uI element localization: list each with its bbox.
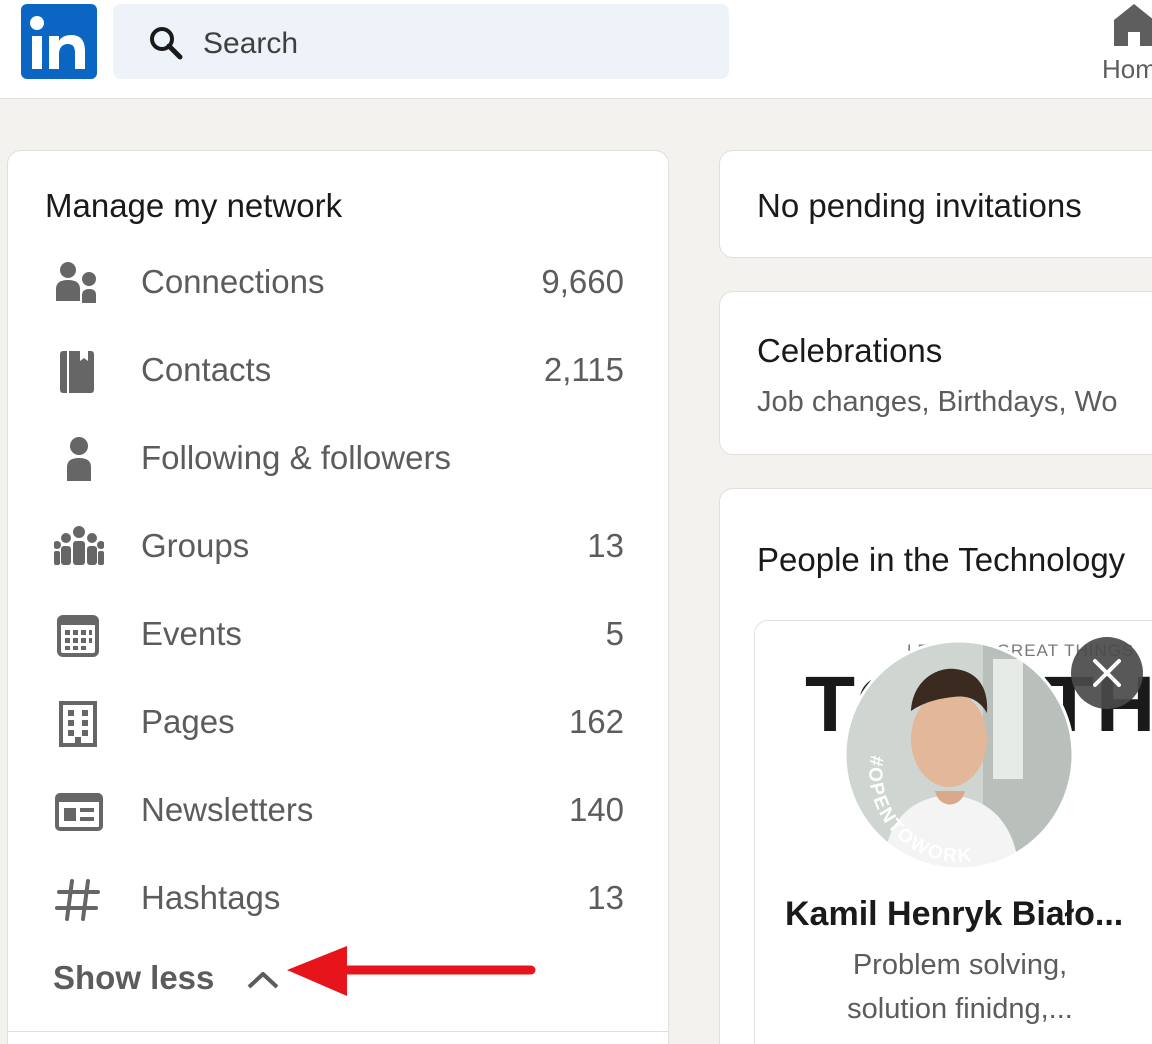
home-icon bbox=[1114, 2, 1152, 51]
nav-home[interactable]: Hom bbox=[1100, 0, 1152, 99]
person-card[interactable]: LET'S DO GREAT THINGS TOGETHER #OPENTOWO… bbox=[754, 620, 1152, 1044]
nav-item-count: 9,660 bbox=[541, 263, 624, 301]
avatar[interactable]: #OPENTOWORK bbox=[843, 639, 1075, 876]
nav-item-label: Following & followers bbox=[141, 439, 451, 477]
people-section-title: People in the Technology bbox=[757, 541, 1125, 579]
newsletter-icon bbox=[54, 787, 104, 837]
celebrations-title: Celebrations bbox=[757, 332, 942, 370]
nav-item-count: 13 bbox=[587, 527, 624, 565]
calendar-icon bbox=[54, 611, 104, 661]
nav-item-pages[interactable]: Pages 162 bbox=[8, 687, 668, 767]
show-less-button[interactable]: Show less bbox=[53, 959, 214, 997]
nav-item-following[interactable]: Following & followers bbox=[8, 423, 668, 503]
nav-item-label: Events bbox=[141, 615, 242, 653]
search-placeholder: Search bbox=[203, 27, 298, 61]
hashtag-icon bbox=[54, 875, 104, 925]
manage-network-title: Manage my network bbox=[45, 187, 342, 225]
nav-item-connections[interactable]: Connections 9,660 bbox=[8, 247, 668, 327]
nav-item-count: 5 bbox=[606, 615, 624, 653]
nav-item-label: Hashtags bbox=[141, 879, 280, 917]
invitations-card[interactable]: No pending invitations bbox=[719, 150, 1152, 258]
nav-item-groups[interactable]: Groups 13 bbox=[8, 511, 668, 591]
nav-item-events[interactable]: Events 5 bbox=[8, 599, 668, 679]
close-icon bbox=[1091, 657, 1123, 689]
nav-item-contacts[interactable]: Contacts 2,115 bbox=[8, 335, 668, 415]
contacts-icon bbox=[54, 347, 104, 397]
person-name[interactable]: Kamil Henryk Biało... bbox=[785, 895, 1123, 934]
building-icon bbox=[54, 699, 104, 749]
person-headline-line2: solution finidng,... bbox=[755, 993, 1152, 1026]
groups-icon bbox=[54, 523, 104, 573]
connections-icon bbox=[54, 259, 104, 309]
celebrations-card[interactable]: Celebrations Job changes, Birthdays, Wo bbox=[719, 291, 1152, 455]
dismiss-button[interactable] bbox=[1071, 637, 1143, 709]
person-headline-line1: Problem solving, bbox=[755, 949, 1152, 982]
search-input[interactable]: Search bbox=[113, 4, 729, 79]
nav-item-count: 2,115 bbox=[544, 351, 624, 389]
annotation-arrow-icon bbox=[285, 944, 541, 1003]
manage-network-card: Manage my network Connections 9,660 Cont… bbox=[7, 150, 669, 1044]
celebrations-subtitle: Job changes, Birthdays, Wo bbox=[757, 386, 1118, 419]
nav-item-count: 140 bbox=[569, 791, 624, 829]
invitations-text: No pending invitations bbox=[757, 187, 1082, 225]
nav-item-count: 162 bbox=[569, 703, 624, 741]
chevron-up-icon[interactable] bbox=[245, 967, 281, 996]
top-nav: Search Hom bbox=[0, 0, 1152, 99]
linkedin-logo[interactable] bbox=[21, 4, 97, 79]
nav-item-label: Pages bbox=[141, 703, 235, 741]
nav-item-label: Newsletters bbox=[141, 791, 313, 829]
nav-item-label: Connections bbox=[141, 263, 324, 301]
nav-item-hashtags[interactable]: Hashtags 13 bbox=[8, 863, 668, 943]
person-icon bbox=[54, 435, 104, 485]
search-icon bbox=[149, 26, 183, 65]
nav-item-newsletters[interactable]: Newsletters 140 bbox=[8, 775, 668, 855]
divider bbox=[8, 1031, 668, 1032]
nav-home-label: Hom bbox=[1102, 54, 1152, 85]
nav-item-label: Groups bbox=[141, 527, 249, 565]
nav-item-count: 13 bbox=[587, 879, 624, 917]
nav-item-label: Contacts bbox=[141, 351, 271, 389]
